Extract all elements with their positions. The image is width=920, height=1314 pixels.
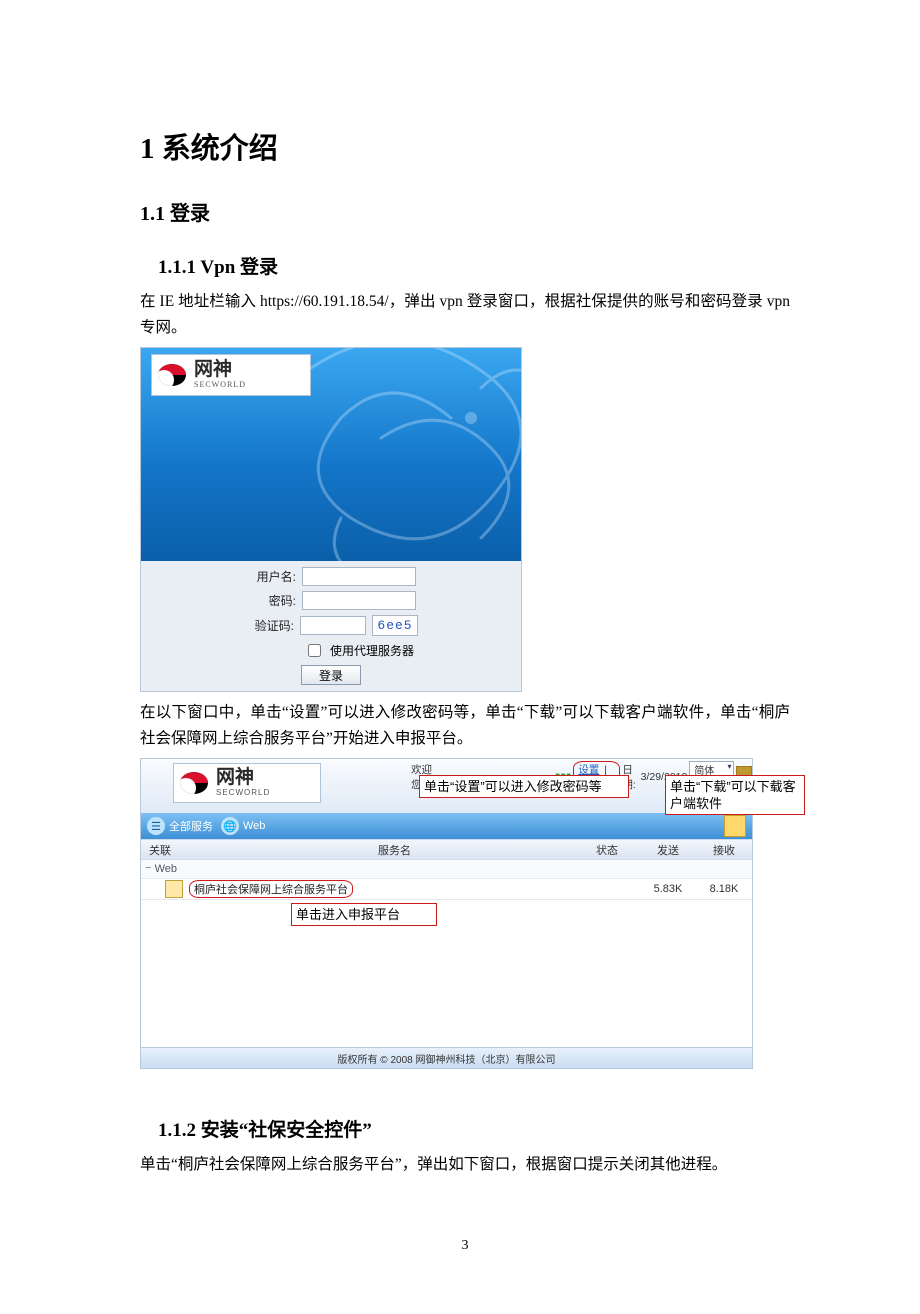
portal-header: 网神 SECWORLD 欢迎您, t1 ▮▮▮ 设置 | 下载 日期:3/29/…: [141, 759, 752, 813]
annotation-download: 单击“下载”可以下载客户端软件: [665, 775, 805, 815]
dragon-art-icon: [281, 348, 521, 561]
tool-web-label: Web: [243, 820, 265, 832]
page-number: 3: [140, 1238, 790, 1254]
service-icon: [165, 880, 183, 898]
cell-recv: 8.18K: [696, 883, 752, 895]
paragraph-1: 在 IE 地址栏输入 https://60.191.18.54/，弹出 vpn …: [140, 289, 790, 341]
cell-send: 5.83K: [640, 883, 696, 895]
portal-toolbar: ☰ 全部服务 🌐 Web: [141, 813, 752, 839]
logo-mark-icon: [180, 772, 208, 794]
tool-all-services[interactable]: ☰ 全部服务: [147, 817, 213, 835]
login-button[interactable]: 登录: [301, 665, 361, 685]
login-form: 用户名: 密码: 验证码: 6ee5 使用代理服务器 登录: [141, 561, 521, 691]
globe-icon: 🌐: [221, 817, 239, 835]
collapse-icon: −: [145, 863, 152, 875]
document-page: 1 系统介绍 1.1 登录 1.1.1 Vpn 登录 在 IE 地址栏输入 ht…: [0, 0, 920, 1314]
paragraph-3: 单击“桐庐社会保障网上综合服务平台”，弹出如下窗口，根据窗口提示关闭其他进程。: [140, 1152, 790, 1178]
annotation-settings: 单击“设置”可以进入修改密码等: [419, 775, 629, 798]
logo-text-cn: 网神: [194, 360, 246, 380]
heading-h3-vpn: 1.1.1 Vpn 登录: [158, 252, 790, 279]
login-banner: 网神 SECWORLD: [141, 348, 521, 561]
tool-all-label: 全部服务: [169, 818, 213, 834]
service-group-web[interactable]: − Web: [141, 860, 752, 879]
portal-footer: 版权所有 © 2008 网御神州科技（北京）有限公司: [141, 1047, 752, 1068]
logo-mark-icon: [158, 364, 186, 386]
paragraph-2: 在以下窗口中，单击“设置”可以进入修改密码等，单击“下载”可以下载客户端软件，单…: [140, 700, 790, 752]
username-input[interactable]: [302, 567, 416, 586]
proxy-label: 使用代理服务器: [330, 642, 414, 659]
logo: 网神 SECWORLD: [151, 354, 311, 396]
service-link[interactable]: 桐庐社会保障网上综合服务平台: [189, 880, 353, 898]
tool-web[interactable]: 🌐 Web: [221, 817, 265, 835]
col-service-name: 服务名: [215, 842, 574, 858]
figure-service-portal: 网神 SECWORLD 欢迎您, t1 ▮▮▮ 设置 | 下载 日期:3/29/…: [140, 758, 753, 1069]
service-list: 桐庐社会保障网上综合服务平台 5.83K 8.18K 单击进入申报平台: [141, 879, 752, 1047]
captcha-label: 验证码:: [244, 617, 294, 634]
copyright-text: 版权所有 © 2008 网御神州科技（北京）有限公司: [338, 1051, 556, 1066]
group-label: Web: [155, 863, 177, 875]
col-send: 发送: [640, 842, 696, 858]
heading-h1: 1 系统介绍: [140, 125, 790, 167]
table-header: 关联 服务名 状态 发送 接收: [141, 839, 752, 860]
annotation-enter: 单击进入申报平台: [291, 903, 437, 926]
captcha-image[interactable]: 6ee5: [372, 615, 418, 636]
logo: 网神 SECWORLD: [173, 763, 321, 803]
password-input[interactable]: [302, 591, 416, 610]
logo-text-cn: 网神: [216, 768, 270, 788]
col-status: 状态: [574, 842, 640, 858]
captcha-input[interactable]: [300, 616, 366, 635]
password-label: 密码:: [246, 592, 296, 609]
logo-text-en: SECWORLD: [216, 788, 270, 798]
logo-text-en: SECWORLD: [194, 380, 246, 390]
username-label: 用户名:: [246, 568, 296, 585]
heading-h3-install: 1.1.2 安装“社保安全控件”: [158, 1115, 790, 1142]
all-services-icon: ☰: [147, 817, 165, 835]
service-row[interactable]: 桐庐社会保障网上综合服务平台 5.83K 8.18K: [141, 879, 752, 900]
proxy-checkbox[interactable]: [308, 644, 321, 657]
toolbar-right-icon[interactable]: [724, 815, 746, 837]
heading-h2: 1.1 登录: [140, 197, 790, 226]
col-relation: 关联: [141, 842, 215, 858]
figure-vpn-login: 网神 SECWORLD 用户名:: [140, 347, 522, 692]
col-recv: 接收: [696, 842, 752, 858]
